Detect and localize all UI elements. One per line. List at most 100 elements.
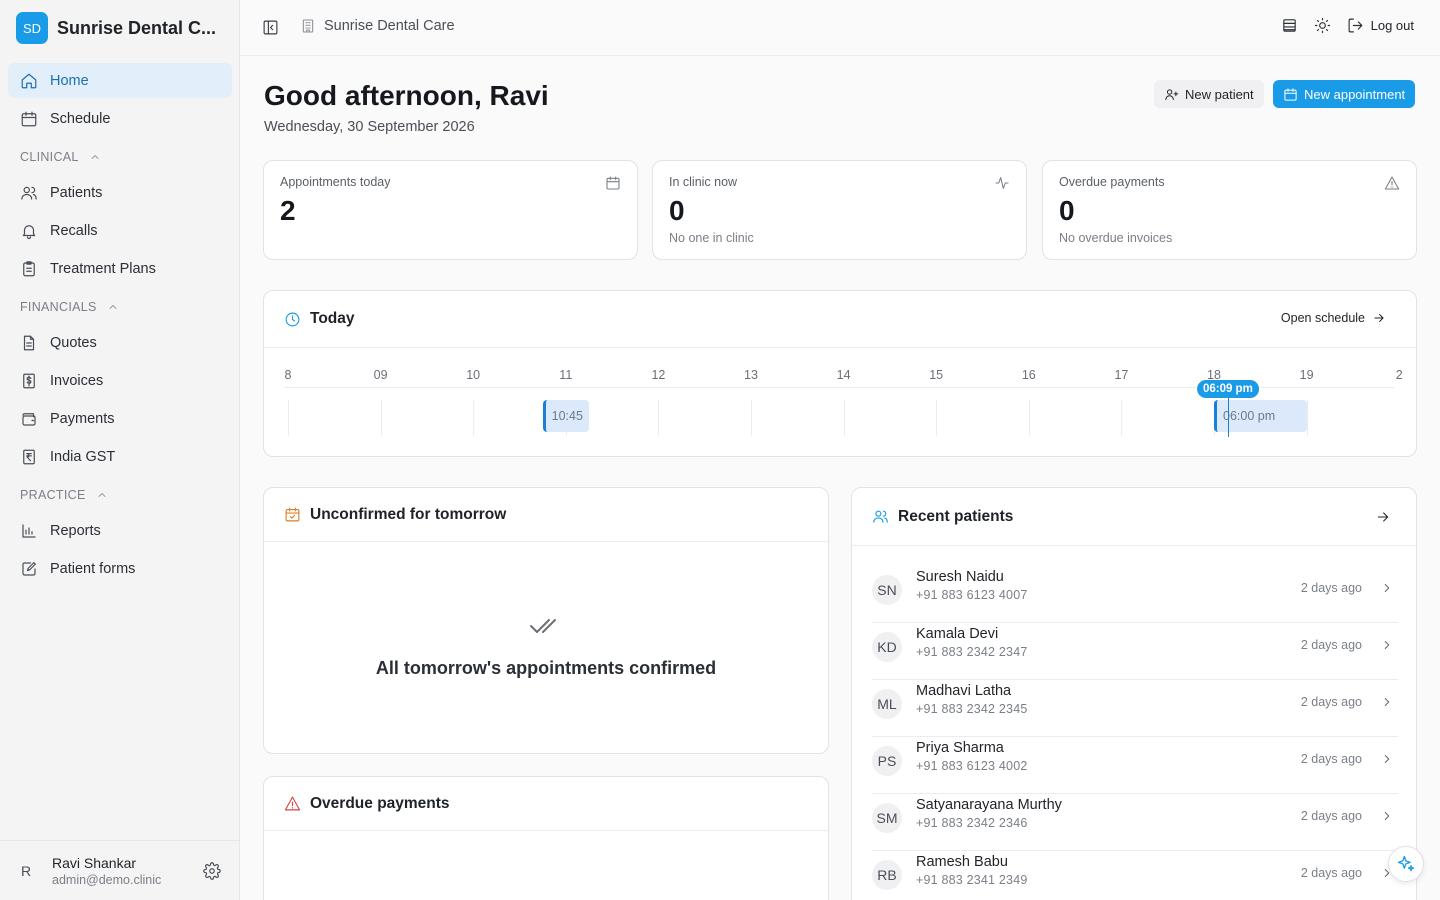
- main-content: Good afternoon, Ravi Wednesday, 30 Septe…: [240, 56, 1440, 900]
- last-visit: 2 days ago: [1300, 581, 1362, 595]
- user-plus-icon: [1164, 87, 1179, 102]
- overdue-payments-card: Overdue payments: [263, 776, 829, 900]
- day-timeline[interactable]: 8 09 10 11 12 13 14 15 16 17 18 19 2 10:45 06:00 pm 06…: [264, 348, 1416, 456]
- logout-label: Log out: [1370, 18, 1414, 33]
- user-profile[interactable]: R Ravi Shankar admin@demo.clinic: [0, 840, 240, 900]
- sidebar-toggle-icon[interactable]: [262, 19, 279, 36]
- sidebar-item-label: Patient forms: [50, 560, 136, 577]
- home-icon: [20, 72, 38, 90]
- card-header: Today: [264, 291, 1416, 348]
- new-patient-button[interactable]: New patient: [1154, 80, 1264, 108]
- list-item[interactable]: SN Suresh Naidu +91 883 6123 4007 2 days ag…: [872, 566, 1398, 623]
- top-bar: Sunrise Dental Care Log out: [240, 0, 1440, 56]
- section-label: PRACTICE: [20, 488, 86, 502]
- calendar-icon: [20, 110, 38, 128]
- stat-value: 0: [1059, 195, 1075, 226]
- card-title: Recent patients: [898, 507, 1014, 525]
- stat-appointments-today[interactable]: Appointments today 2: [263, 160, 638, 260]
- sidebar-item-invoices[interactable]: Invoices: [8, 363, 232, 398]
- sidebar-item-label: Patients: [50, 184, 103, 201]
- arrow-right-icon[interactable]: [1375, 509, 1392, 526]
- sidebar-item-label: Recalls: [50, 222, 98, 239]
- list-item[interactable]: SM Satyanarayana Murthy +91 883 2342 2346 2…: [872, 794, 1398, 851]
- hour-gridline: [936, 400, 938, 436]
- patient-name: Priya Sharma: [916, 740, 1004, 756]
- chevron-up-icon: [96, 489, 108, 501]
- open-schedule-link[interactable]: Open schedule: [1281, 311, 1386, 325]
- last-visit: 2 days ago: [1300, 809, 1362, 823]
- list-item[interactable]: ML Madhavi Latha +91 883 2342 2345 2 days a…: [872, 680, 1398, 737]
- section-clinical[interactable]: CLINICAL: [8, 139, 232, 175]
- patient-phone: +91 883 6123 4002: [916, 759, 1028, 773]
- document-icon: [20, 334, 38, 352]
- sidebar-item-payments[interactable]: Payments: [8, 401, 232, 436]
- sidebar-item-label: Reports: [50, 522, 101, 539]
- brand[interactable]: SD Sunrise Dental C...: [16, 12, 216, 44]
- hour-tick-label: 12: [651, 368, 666, 382]
- stat-in-clinic[interactable]: In clinic now 0 No one in clinic: [652, 160, 1027, 260]
- chevron-right-icon: [1380, 809, 1394, 823]
- current-time-indicator: [1227, 393, 1229, 437]
- hour-gridline: [1028, 400, 1030, 436]
- avatar: RB: [872, 860, 902, 890]
- sidebar-item-label: Invoices: [50, 372, 104, 389]
- sidebar: SD Sunrise Dental C... Home Schedule CLI…: [0, 0, 240, 900]
- hour-gridline: [658, 400, 660, 436]
- bar-chart-icon: [20, 522, 38, 540]
- calendar-icon: [605, 175, 621, 191]
- patient-phone: +91 883 2342 2345: [916, 702, 1028, 716]
- sidebar-item-label: Home: [50, 72, 89, 89]
- sidebar-item-quotes[interactable]: Quotes: [8, 325, 232, 360]
- clock-icon: [284, 311, 301, 328]
- avatar: KD: [872, 632, 902, 662]
- sidebar-item-schedule[interactable]: Schedule: [8, 101, 232, 136]
- avatar: PS: [872, 746, 902, 776]
- list-item[interactable]: PS Priya Sharma +91 883 6123 4002 2 days ag…: [872, 737, 1398, 794]
- brand-name: Sunrise Dental C...: [57, 17, 217, 38]
- sidebar-item-patients[interactable]: Patients: [8, 175, 232, 210]
- hour-tick-label: 8: [284, 368, 292, 382]
- assistant-button[interactable]: [1388, 846, 1424, 882]
- invoice-dollar-icon: [20, 372, 38, 390]
- arrow-right-icon: [1372, 311, 1386, 325]
- form-edit-icon: [20, 560, 38, 578]
- hour-gridline: [751, 400, 752, 436]
- stat-overdue-payments[interactable]: Overdue payments 0 No overdue invoices: [1042, 160, 1417, 260]
- last-visit: 2 days ago: [1300, 752, 1362, 766]
- sidebar-item-label: Payments: [50, 410, 115, 427]
- sidebar-item-label: Quotes: [50, 334, 97, 351]
- hour-gridline: [288, 400, 289, 436]
- logout-button[interactable]: Log out: [1347, 17, 1414, 34]
- sidebar-item-home[interactable]: Home: [8, 63, 232, 98]
- section-financials[interactable]: FINANCIALS: [8, 289, 232, 325]
- sidebar-item-treatment-plans[interactable]: Treatment Plans: [8, 251, 232, 286]
- breadcrumb: Sunrise Dental Care: [300, 18, 455, 34]
- gear-icon[interactable]: [203, 861, 221, 880]
- open-schedule-label: Open schedule: [1280, 311, 1365, 325]
- card-title: Overdue payments: [310, 794, 450, 812]
- list-item[interactable]: KD Kamala Devi +91 883 2342 2347 2 days ago: [872, 623, 1398, 680]
- sidebar-item-reports[interactable]: Reports: [8, 513, 232, 548]
- hour-gridline: [1121, 400, 1123, 436]
- page-title: Good afternoon, Ravi: [264, 80, 549, 111]
- patient-phone: +91 883 2342 2346: [916, 816, 1028, 830]
- patient-name: Suresh Naidu: [916, 569, 1004, 585]
- chevron-right-icon: [1380, 581, 1394, 595]
- patient-name: Ramesh Babu: [916, 854, 1008, 870]
- layout-list-icon[interactable]: [1281, 17, 1298, 34]
- list-item[interactable]: RB Ramesh Babu +91 883 2341 2349 2 days ago: [872, 851, 1398, 900]
- sun-icon[interactable]: [1314, 17, 1331, 34]
- sidebar-item-recalls[interactable]: Recalls: [8, 213, 232, 248]
- new-appointment-label: New appointment: [1304, 86, 1406, 102]
- top-bar-actions: Log out: [1281, 17, 1414, 34]
- user-name: Ravi Shankar: [52, 854, 137, 871]
- empty-state-message: All tomorrow's appointments confirmed: [375, 658, 717, 678]
- current-time-badge: 06:09 pm: [1196, 380, 1259, 398]
- sidebar-item-patient-forms[interactable]: Patient forms: [8, 551, 232, 586]
- card-title: Unconfirmed for tomorrow: [310, 505, 507, 523]
- sidebar-item-india-gst[interactable]: India GST: [8, 439, 232, 474]
- section-practice[interactable]: PRACTICE: [8, 477, 232, 513]
- new-appointment-button[interactable]: New appointment: [1273, 80, 1416, 108]
- appointment-block[interactable]: 10:45: [542, 400, 589, 432]
- card-header: Recent patients: [852, 488, 1416, 546]
